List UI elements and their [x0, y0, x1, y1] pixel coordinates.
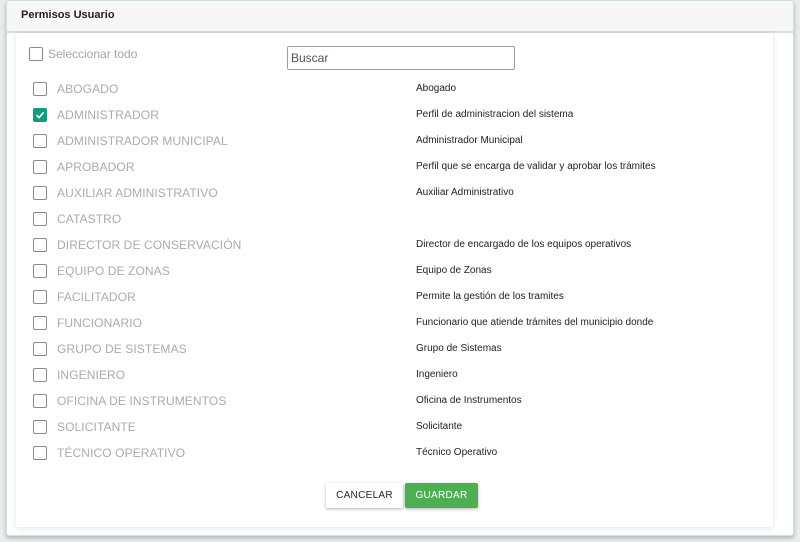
- role-description: Grupo de Sistemas: [416, 343, 502, 354]
- select-all-option[interactable]: Seleccionar todo: [29, 46, 137, 62]
- role-row[interactable]: ABOGADO Abogado: [7, 77, 793, 103]
- role-checkbox[interactable]: [33, 82, 47, 96]
- role-checkbox[interactable]: [33, 420, 47, 434]
- role-name: AUXILIAR ADMINISTRATIVO: [57, 186, 218, 200]
- permissions-dialog: Permisos Usuario Seleccionar todo ABOGAD…: [6, 0, 794, 536]
- role-row[interactable]: AUXILIAR ADMINISTRATIVO Auxiliar Administ…: [7, 181, 793, 207]
- role-description: Abogado: [416, 83, 457, 94]
- role-name: FACILITADOR: [57, 290, 136, 304]
- role-row[interactable]: EQUIPO DE ZONAS Equipo de Zonas: [7, 259, 793, 285]
- role-description: Equipo de Zonas: [416, 265, 492, 276]
- role-row[interactable]: TÉCNICO OPERATIVO Técnico Operativo: [7, 441, 793, 467]
- role-checkbox[interactable]: [33, 134, 47, 148]
- role-description: Auxiliar Administrativo: [416, 187, 514, 198]
- role-name: APROBADOR: [57, 160, 135, 174]
- role-description: Oficina de Instrumentos: [416, 395, 522, 406]
- role-description: Perfil de administracion del sistema: [416, 109, 574, 120]
- role-name: ADMINISTRADOR: [57, 108, 159, 122]
- dialog-title: Permisos Usuario: [21, 9, 115, 21]
- role-name: SOLICITANTE: [57, 420, 136, 434]
- role-checkbox[interactable]: [33, 108, 47, 122]
- role-checkbox[interactable]: [33, 238, 47, 252]
- role-description: Técnico Operativo: [416, 447, 498, 458]
- role-name: OFICINA DE INSTRUMENTOS: [57, 394, 227, 408]
- role-description: Administrador Municipal: [416, 135, 523, 146]
- role-checkbox[interactable]: [33, 264, 47, 278]
- role-description: Perfil que se encarga de validar y aprob…: [416, 161, 656, 172]
- select-all-label: Seleccionar todo: [48, 47, 138, 61]
- role-description: Permite la gestión de los tramites: [416, 291, 564, 302]
- role-name: INGENIERO: [57, 368, 126, 382]
- role-name: FUNCIONARIO: [57, 316, 143, 330]
- role-description: Solicitante: [416, 421, 463, 432]
- role-name: EQUIPO DE ZONAS: [57, 264, 170, 278]
- role-checkbox[interactable]: [33, 394, 47, 408]
- save-button[interactable]: GUARDAR: [405, 483, 478, 508]
- search-input[interactable]: [287, 46, 515, 70]
- role-name: DIRECTOR DE CONSERVACIÓN: [57, 238, 242, 252]
- role-description: Ingeniero: [416, 369, 458, 380]
- role-row[interactable]: ADMINISTRADOR MUNICIPAL Administrador Mun…: [7, 129, 793, 155]
- select-all-checkbox[interactable]: [29, 47, 43, 61]
- role-row[interactable]: INGENIERO Ingeniero: [7, 363, 793, 389]
- role-row[interactable]: GRUPO DE SISTEMAS Grupo de Sistemas: [7, 337, 793, 363]
- role-checkbox[interactable]: [33, 316, 47, 330]
- role-checkbox[interactable]: [33, 368, 47, 382]
- role-checkbox[interactable]: [33, 446, 47, 460]
- role-row[interactable]: SOLICITANTE Solicitante: [7, 415, 793, 441]
- role-row[interactable]: ADMINISTRADOR Perfil de administracion de…: [7, 103, 793, 129]
- role-name: TÉCNICO OPERATIVO: [57, 446, 186, 460]
- role-checkbox[interactable]: [33, 186, 47, 200]
- role-name: ABOGADO: [57, 82, 119, 96]
- role-row[interactable]: CATASTRO: [7, 207, 793, 233]
- role-checkbox[interactable]: [33, 160, 47, 174]
- cancel-button[interactable]: CANCELAR: [326, 483, 403, 508]
- role-checkbox[interactable]: [33, 290, 47, 304]
- role-row[interactable]: OFICINA DE INSTRUMENTOS Oficina de Instru…: [7, 389, 793, 415]
- role-row[interactable]: FUNCIONARIO Funcionario que atiende trámi…: [7, 311, 793, 337]
- role-row[interactable]: FACILITADOR Permite la gestión de los tra…: [7, 285, 793, 311]
- role-description: Director de encargado de los equipos ope…: [416, 239, 632, 250]
- role-name: GRUPO DE SISTEMAS: [57, 342, 187, 356]
- role-row[interactable]: DIRECTOR DE CONSERVACIÓN Director de enca…: [7, 233, 793, 259]
- role-name: CATASTRO: [57, 212, 122, 226]
- role-checkbox[interactable]: [33, 342, 47, 356]
- dialog-header: Permisos Usuario: [7, 1, 793, 33]
- role-checkbox[interactable]: [33, 212, 47, 226]
- check-icon: [35, 111, 45, 119]
- role-description: Funcionario que atiende trámites del mun…: [416, 317, 654, 328]
- role-name: ADMINISTRADOR MUNICIPAL: [57, 134, 228, 148]
- role-row[interactable]: APROBADOR Perfil que se encarga de valida…: [7, 155, 793, 181]
